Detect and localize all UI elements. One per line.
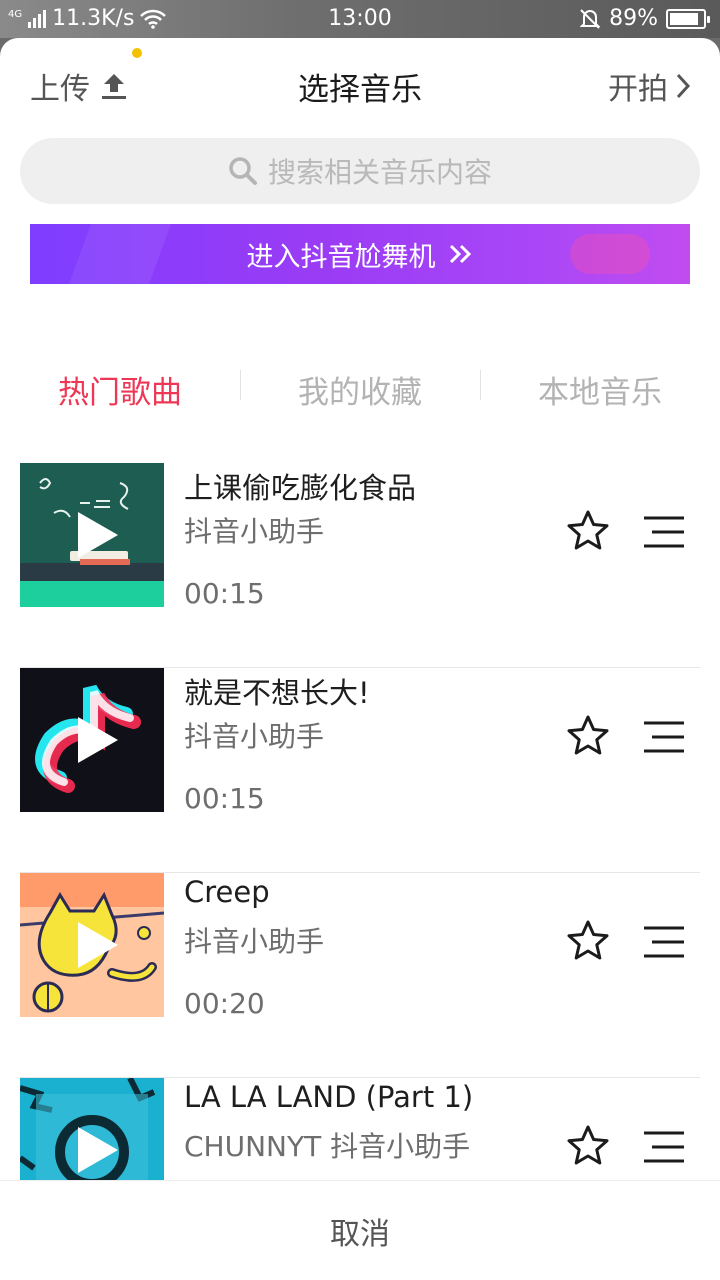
notification-dot [132,48,142,58]
song-cover[interactable] [20,463,164,607]
battery-percent: 89% [609,6,658,31]
cancel-button[interactable]: 取消 [0,1180,720,1280]
song-row[interactable]: Creep 抖音小助手 00:20 [0,873,720,1078]
playlist-menu-icon[interactable] [642,1130,686,1164]
mute-bell-icon [579,8,601,29]
search-placeholder: 搜索相关音乐内容 [267,156,492,189]
chevron-right-icon [676,73,691,99]
song-duration: 00:20 [184,987,265,1020]
upload-label: 上传 [30,72,90,107]
star-icon[interactable] [566,509,610,553]
tab-hot-songs[interactable]: 热门歌曲 [0,368,240,428]
battery-icon [666,8,710,29]
star-icon[interactable] [566,1124,610,1168]
start-shooting-button[interactable]: 开拍 [608,64,692,108]
star-icon[interactable] [566,714,610,758]
song-cover[interactable] [20,873,164,1017]
double-chevron-right-icon [449,244,471,264]
song-title: 上课偷吃膨化食品 [184,471,417,505]
play-icon [78,1127,118,1173]
play-icon [78,512,118,558]
upload-button[interactable]: 上传 [30,64,128,108]
cancel-label: 取消 [330,1216,390,1252]
playlist-menu-icon[interactable] [642,515,686,549]
song-artist: 抖音小助手 [184,720,325,753]
play-icon [78,717,118,763]
song-artist: CHUNNYT 抖音小助手 [184,1130,471,1163]
search-input[interactable]: 搜索相关音乐内容 [20,138,700,204]
banner-decoration [69,224,171,284]
banner-decoration [570,234,650,274]
song-title: LA LA LAND (Part 1) [184,1080,474,1114]
song-title: 就是不想长大! [184,676,370,710]
star-icon[interactable] [566,919,610,963]
upload-icon [102,74,126,99]
tab-favorites[interactable]: 我的收藏 [240,368,480,428]
status-bar: 4G 11.3K/s 13:00 89% [0,0,720,38]
song-row[interactable]: 上课偷吃膨化食品 抖音小助手 00:15 [0,463,720,668]
song-artist: 抖音小助手 [184,515,325,548]
tab-local-music[interactable]: 本地音乐 [480,368,720,428]
song-cover[interactable] [20,668,164,812]
playlist-menu-icon[interactable] [642,720,686,754]
search-icon [229,157,257,185]
banner-label: 进入抖音尬舞机 [246,241,436,273]
header: 上传 选择音乐 开拍 [0,38,720,128]
song-artist: 抖音小助手 [184,925,325,958]
playlist-menu-icon[interactable] [642,925,686,959]
music-tabs: 热门歌曲 我的收藏 本地音乐 [0,368,720,428]
status-right: 89% [579,6,710,31]
song-duration: 00:15 [184,577,265,610]
music-picker-sheet: 上传 选择音乐 开拍 搜索相关音乐内容 进入抖音尬舞机 热门歌曲 我的收藏 本地… [0,38,720,1280]
song-duration: 00:15 [184,782,265,815]
song-row[interactable]: 就是不想长大! 抖音小助手 00:15 [0,668,720,873]
song-title: Creep [184,875,270,909]
song-list: 上课偷吃膨化食品 抖音小助手 00:15 就是不想长大! 抖音小助手 00:15 [0,463,720,1280]
start-label: 开拍 [608,72,668,107]
dance-machine-banner[interactable]: 进入抖音尬舞机 [30,224,690,284]
play-icon [78,922,118,968]
